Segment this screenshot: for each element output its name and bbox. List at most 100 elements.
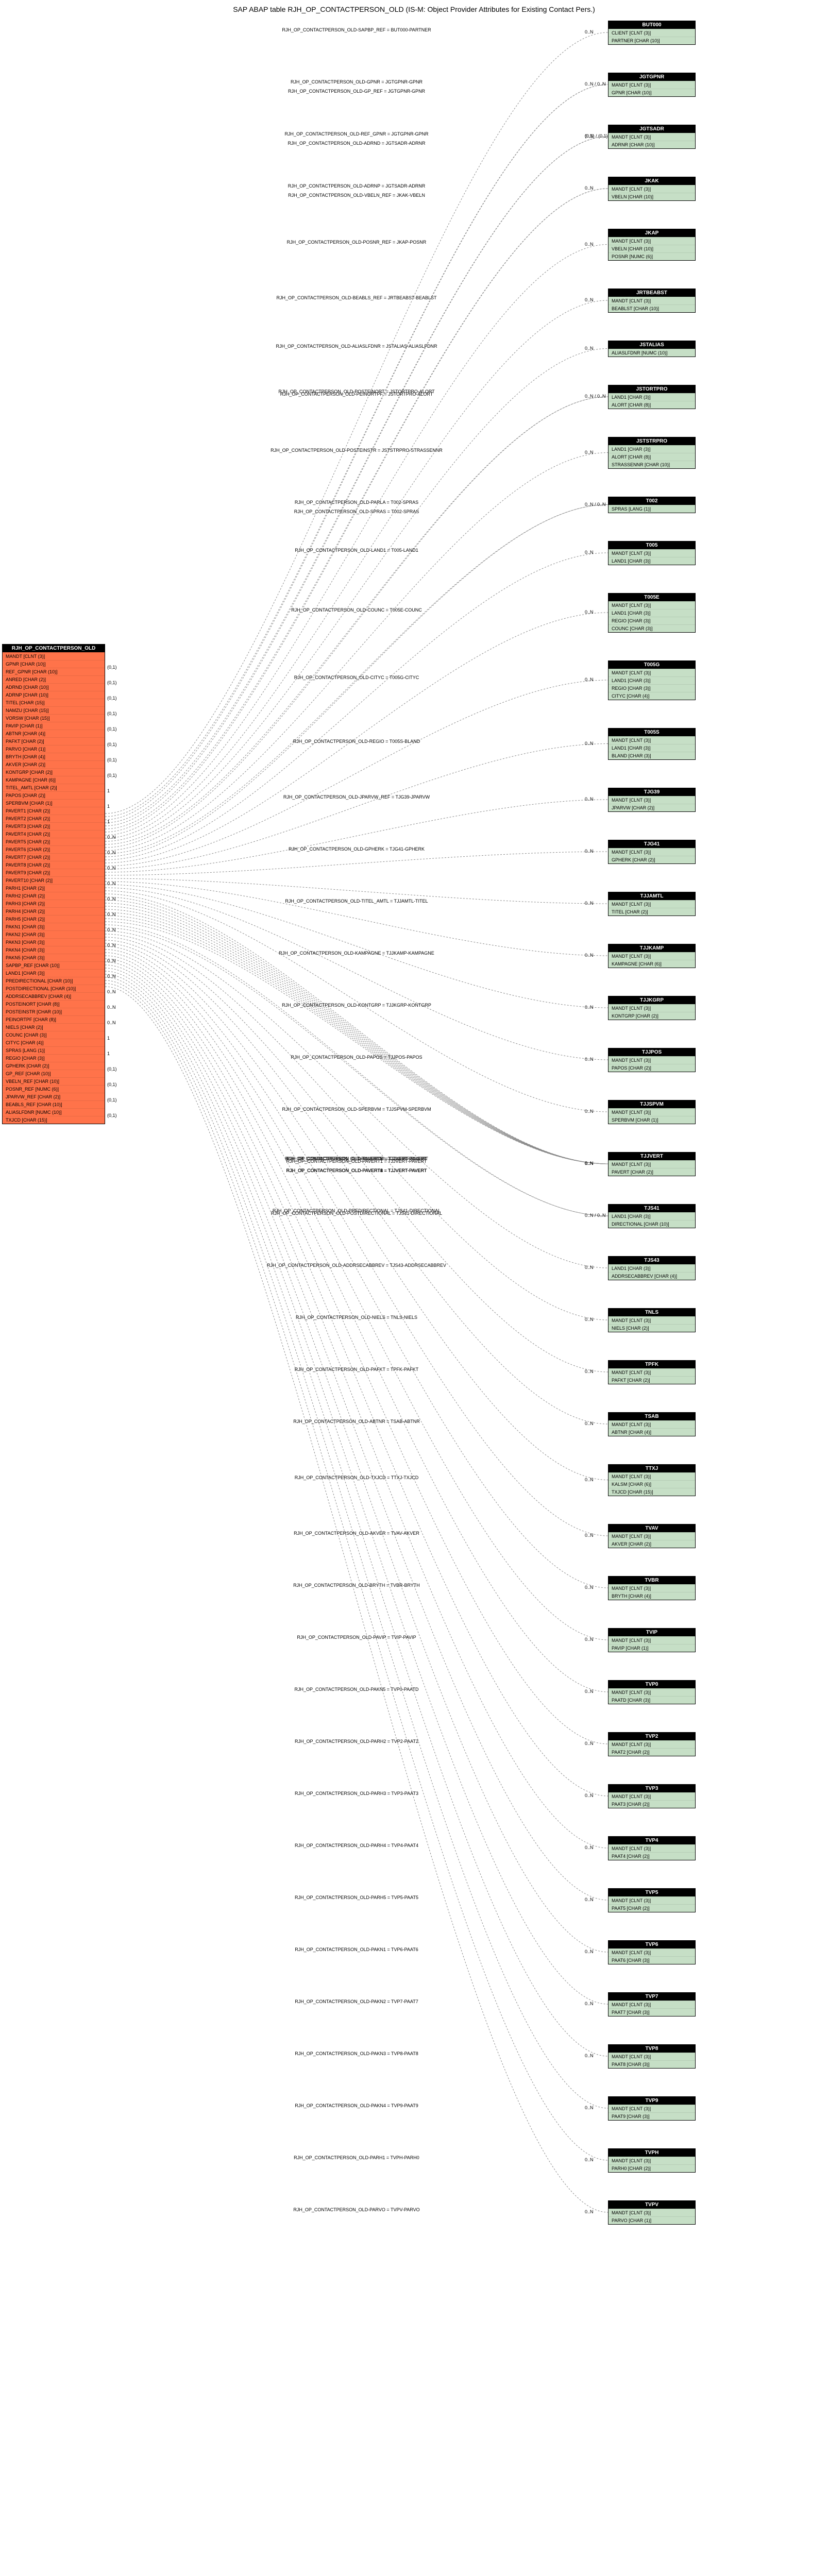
right-field-row: MANDT [CLNT (3)] bbox=[609, 2209, 695, 2216]
right-table-name: JKAK bbox=[609, 177, 695, 185]
right-table-box: TPFKMANDT [CLNT (3)]PAFKT [CHAR (2)] bbox=[608, 1360, 696, 1384]
cardinality-label: 0..N bbox=[585, 242, 594, 247]
right-field-row: LAND1 [CHAR (3)] bbox=[609, 676, 695, 684]
right-table-box: BUT000CLIENT [CLNT (3)]PARTNER [CHAR (10… bbox=[608, 21, 696, 45]
right-field-row: PAAT3 [CHAR (2)] bbox=[609, 1800, 695, 1808]
edge-label: RJH_OP_CONTACTPERSON_OLD-REGIO = T005S-B… bbox=[223, 739, 491, 744]
left-cardinality-label: (0,1) bbox=[107, 757, 117, 762]
edge-label: RJH_OP_CONTACTPERSON_OLD-PARH2 = TVP2-PA… bbox=[223, 1739, 491, 1744]
edge-label: RJH_OP_CONTACTPERSON_OLD-PARH4 = TVP4-PA… bbox=[223, 1843, 491, 1848]
edge-label: RJH_OP_CONTACTPERSON_OLD-PAKN2 = TVP7-PA… bbox=[223, 1999, 491, 2004]
left-cardinality-label: (0,1) bbox=[107, 1097, 117, 1103]
right-field-row: MANDT [CLNT (3)] bbox=[609, 1948, 695, 1956]
edge-label: RJH_OP_CONTACTPERSON_OLD-SPERBVM = TJJSP… bbox=[223, 1107, 491, 1112]
right-field-row: PAFKT [CHAR (2)] bbox=[609, 1376, 695, 1384]
left-field-row: PAKN5 [CHAR (3)] bbox=[3, 954, 105, 961]
right-field-row: PAAT7 [CHAR (3)] bbox=[609, 2008, 695, 2016]
right-field-row: REGIO [CHAR (3)] bbox=[609, 617, 695, 624]
right-field-row: MANDT [CLNT (3)] bbox=[609, 81, 695, 89]
right-field-row: MANDT [CLNT (3)] bbox=[609, 185, 695, 193]
left-cardinality-label: (0,1) bbox=[107, 1082, 117, 1087]
left-field-row: PREDIRECTIONAL [CHAR (10)] bbox=[3, 977, 105, 985]
right-field-row: MANDT [CLNT (3)] bbox=[609, 1532, 695, 1540]
right-field-row: MANDT [CLNT (3)] bbox=[609, 1472, 695, 1480]
edge-label: RJH_OP_CONTACTPERSON_OLD-PREDIRECTIONAL … bbox=[223, 1208, 491, 1213]
right-field-row: ALORT [CHAR (8)] bbox=[609, 453, 695, 461]
right-table-name: TJS41 bbox=[609, 1205, 695, 1212]
right-table-name: JKAP bbox=[609, 229, 695, 237]
left-field-row: LAND1 [CHAR (3)] bbox=[3, 969, 105, 977]
right-field-row: ABTNR [CHAR (4)] bbox=[609, 1428, 695, 1436]
left-cardinality-label: (0,1) bbox=[107, 1113, 117, 1118]
left-field-row: GPHERK [CHAR (2)] bbox=[3, 1062, 105, 1070]
right-table-name: TJJKAMP bbox=[609, 944, 695, 952]
right-field-row: KONTGRP [CHAR (2)] bbox=[609, 1012, 695, 1020]
right-field-row: MANDT [CLNT (3)] bbox=[609, 900, 695, 908]
left-field-row: MANDT [CLNT (3)] bbox=[3, 652, 105, 660]
right-table-box: TVPHMANDT [CLNT (3)]PARH0 [CHAR (2)] bbox=[608, 2148, 696, 2173]
cardinality-label: 0..N bbox=[585, 1421, 594, 1426]
edge-label: RJH_OP_CONTACTPERSON_OLD-PAPOS = TJJPOS-… bbox=[223, 1055, 491, 1060]
right-table-name: T005E bbox=[609, 594, 695, 601]
right-field-row: PAAT4 [CHAR (2)] bbox=[609, 1852, 695, 1860]
cardinality-label: 0..N bbox=[585, 1585, 594, 1590]
right-field-row: MANDT [CLNT (3)] bbox=[609, 1004, 695, 1012]
cardinality-label: 0..N bbox=[585, 1897, 594, 1902]
cardinality-label: 0..N bbox=[585, 346, 594, 351]
right-field-row: MANDT [CLNT (3)] bbox=[609, 133, 695, 141]
right-table-name: TVP7 bbox=[609, 1993, 695, 2001]
left-field-row: TITEL_AMTL [CHAR (2)] bbox=[3, 784, 105, 791]
right-field-row: PARVO [CHAR (1)] bbox=[609, 2216, 695, 2224]
right-table-name: JRTBEABST bbox=[609, 289, 695, 297]
left-field-row: CITYC [CHAR (4)] bbox=[3, 1039, 105, 1046]
right-field-row: LAND1 [CHAR (3)] bbox=[609, 557, 695, 565]
edge-label: RJH_OP_CONTACTPERSON_OLD-ADDRSECABBREV =… bbox=[223, 1263, 491, 1268]
edge-label: RJH_OP_CONTACTPERSON_OLD-POSTEINORT = JS… bbox=[223, 389, 491, 394]
right-table-name: TJJAMTL bbox=[609, 892, 695, 900]
left-field-row: PARVO [CHAR (1)] bbox=[3, 745, 105, 753]
right-table-box: TVP4MANDT [CLNT (3)]PAAT4 [CHAR (2)] bbox=[608, 1836, 696, 1860]
left-field-row: VORSW [CHAR (15)] bbox=[3, 714, 105, 722]
edge-label: RJH_OP_CONTACTPERSON_OLD-PARH5 = TVP5-PA… bbox=[223, 1895, 491, 1900]
edge-label: RJH_OP_CONTACTPERSON_OLD-PAKN5 = TVP0-PA… bbox=[223, 1687, 491, 1692]
left-field-row: ABTNR [CHAR (4)] bbox=[3, 730, 105, 737]
cardinality-label: 0..N bbox=[585, 1689, 594, 1694]
left-field-row: COUNC [CHAR (3)] bbox=[3, 1031, 105, 1039]
left-field-row: PAVERT8 [CHAR (2)] bbox=[3, 861, 105, 869]
edge-label: RJH_OP_CONTACTPERSON_OLD-ADRNP = JGTSADR… bbox=[223, 183, 491, 189]
cardinality-label: 0..N bbox=[585, 1109, 594, 1114]
right-table-name: T005S bbox=[609, 728, 695, 736]
left-cardinality-label: 0..N bbox=[107, 896, 116, 902]
cardinality-label: 0..N bbox=[585, 450, 594, 455]
left-field-row: JPARVW_REF [CHAR (2)] bbox=[3, 1093, 105, 1100]
right-table-name: TJS43 bbox=[609, 1257, 695, 1264]
right-field-row: COUNC [CHAR (3)] bbox=[609, 624, 695, 632]
left-field-row: GPNR [CHAR (10)] bbox=[3, 660, 105, 668]
cardinality-label: 0..N bbox=[585, 796, 594, 802]
edge-label: RJH_OP_CONTACTPERSON_OLD-TITEL_AMTL = TJ… bbox=[223, 899, 491, 904]
cardinality-label: 0..N bbox=[585, 1369, 594, 1374]
cardinality-label: 0..N bbox=[585, 2105, 594, 2110]
left-field-row: PARH4 [CHAR (2)] bbox=[3, 907, 105, 915]
left-field-row: TXJCD [CHAR (15)] bbox=[3, 1116, 105, 1124]
right-field-row: ADDRSECABBREV [CHAR (4)] bbox=[609, 1272, 695, 1280]
cardinality-label: 0..N bbox=[585, 1161, 594, 1166]
right-table-box: TVPVMANDT [CLNT (3)]PARVO [CHAR (1)] bbox=[608, 2200, 696, 2225]
right-table-box: TJJVERTMANDT [CLNT (3)]PAVERT [CHAR (2)] bbox=[608, 1152, 696, 1176]
left-cardinality-label: 0..N bbox=[107, 958, 116, 963]
left-cardinality-label: 1 bbox=[107, 804, 110, 809]
right-field-row: MANDT [CLNT (3)] bbox=[609, 237, 695, 245]
left-field-row: ADRNP [CHAR (10)] bbox=[3, 691, 105, 699]
right-field-row: ALORT [CHAR (8)] bbox=[609, 401, 695, 409]
right-table-box: TJJAMTLMANDT [CLNT (3)]TITEL [CHAR (2)] bbox=[608, 892, 696, 916]
left-field-row: PARH2 [CHAR (2)] bbox=[3, 892, 105, 900]
edge-label: RJH_OP_CONTACTPERSON_OLD-PARH1 = TVPH-PA… bbox=[223, 2155, 491, 2160]
right-table-box: TVP8MANDT [CLNT (3)]PAAT8 [CHAR (3)] bbox=[608, 2044, 696, 2069]
left-field-row: PARH5 [CHAR (2)] bbox=[3, 915, 105, 923]
right-field-row: MANDT [CLNT (3)] bbox=[609, 601, 695, 609]
right-table-box: TSABMANDT [CLNT (3)]ABTNR [CHAR (4)] bbox=[608, 1412, 696, 1436]
left-field-row: KAMPAGNE [CHAR (6)] bbox=[3, 776, 105, 784]
cardinality-label: 0..N bbox=[585, 2157, 594, 2162]
right-table-box: TJG39MANDT [CLNT (3)]JPARVW [CHAR (2)] bbox=[608, 788, 696, 812]
left-field-row: PAVERT5 [CHAR (2)] bbox=[3, 838, 105, 845]
